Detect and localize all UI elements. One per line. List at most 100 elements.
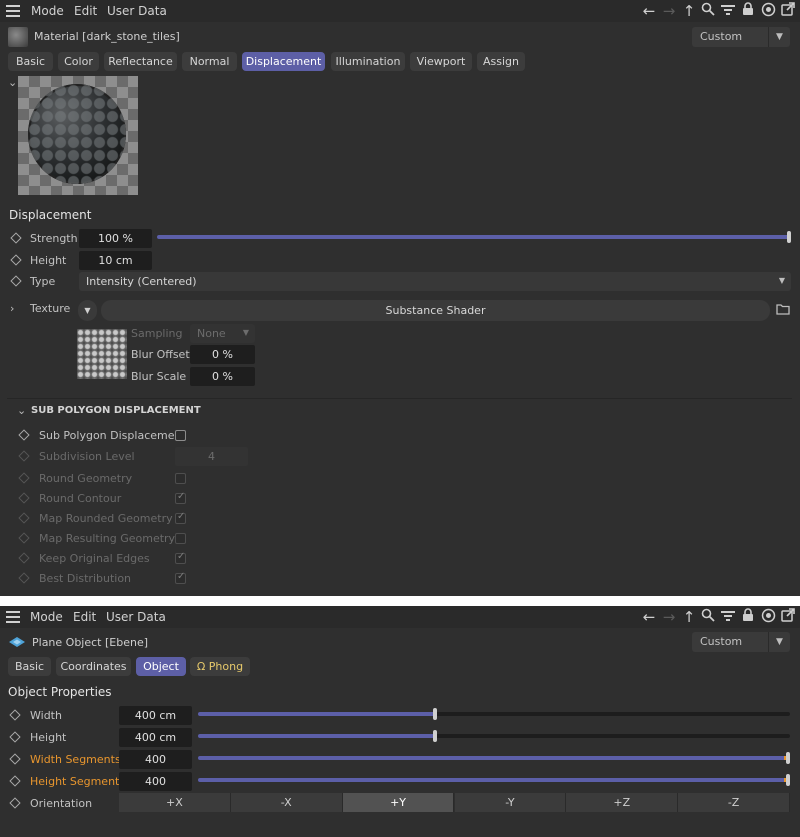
forward-arrow-icon[interactable]: → [660,608,678,626]
subpoly-option-checkbox[interactable] [175,533,186,544]
menu-user-data[interactable]: User Data [106,610,166,624]
up-arrow-icon[interactable]: ↑ [680,608,698,626]
menu-user-data[interactable]: User Data [107,4,167,18]
keyframe-diamond-icon[interactable] [9,709,21,721]
search-icon[interactable] [699,2,717,20]
keyframe-diamond-icon[interactable] [9,797,21,809]
subpoly-option-checkbox[interactable]: ✓ [175,571,186,584]
subpoly-option-checkbox[interactable] [175,473,186,484]
strength-slider-handle[interactable] [787,231,791,243]
hamburger-menu-icon[interactable] [6,5,20,17]
keyframe-diamond-icon[interactable] [18,552,30,564]
keyframe-diamond-icon[interactable] [9,775,21,787]
lock-icon[interactable] [739,608,757,626]
strength-field[interactable]: 100 % [79,229,152,248]
height-segments-slider-handle[interactable] [786,774,790,786]
menu-edit[interactable]: Edit [73,610,96,624]
expand-chevron-icon[interactable]: › [10,302,14,315]
tab-reflectance[interactable]: Reflectance [104,52,177,71]
orientation-option[interactable]: +X [119,793,231,812]
height-field[interactable]: 400 cm [119,728,192,747]
lock-icon[interactable] [739,2,757,20]
layout-dropdown[interactable]: Custom ▼ [692,27,790,47]
texture-thumbnail[interactable] [77,329,127,379]
material-preview[interactable] [18,76,138,195]
search-icon[interactable] [699,608,717,626]
filter-icon[interactable] [719,608,737,626]
orientation-option[interactable]: +Z [566,793,679,812]
subpoly-option-label: Round Geometry [39,472,133,485]
sampling-dropdown[interactable]: None ▼ [190,324,255,343]
layout-dropdown[interactable]: Custom ▼ [692,632,790,652]
type-dropdown[interactable]: Intensity (Centered) ▼ [79,272,791,291]
menu-edit[interactable]: Edit [74,4,97,18]
keyframe-diamond-icon[interactable] [10,275,22,287]
height-slider-handle[interactable] [433,730,437,742]
keyframe-diamond-icon[interactable] [9,731,21,743]
tab-basic[interactable]: Basic [8,52,53,71]
subpoly-checkbox[interactable] [175,430,186,441]
filter-icon[interactable] [719,2,737,20]
collapse-chevron-icon[interactable]: ⌄ [8,76,17,89]
subpoly-option-label: Map Resulting Geometry [39,532,176,545]
tab-object[interactable]: Object [136,657,186,676]
keyframe-diamond-icon[interactable] [18,512,30,524]
tab-phong[interactable]: Ω Phong [190,657,250,676]
orientation-option[interactable]: -Y [454,793,567,812]
width-slider[interactable] [198,708,790,720]
width-segments-slider-handle[interactable] [786,752,790,764]
tab-displacement[interactable]: Displacement [242,52,325,71]
keyframe-diamond-icon[interactable] [10,232,22,244]
keyframe-diamond-icon[interactable] [9,753,21,765]
orientation-option[interactable]: -Z [678,793,790,812]
back-arrow-icon[interactable]: ← [640,608,658,626]
target-icon[interactable] [759,2,777,20]
texture-menu-button[interactable]: ▼ [78,300,97,321]
keyframe-diamond-icon[interactable] [18,492,30,504]
menu-mode[interactable]: Mode [31,4,64,18]
tab-basic[interactable]: Basic [8,657,51,676]
keyframe-diamond-icon[interactable] [18,532,30,544]
subpoly-option-checkbox[interactable]: ✓ [175,511,186,524]
tab-assign[interactable]: Assign [477,52,525,71]
width-segments-field[interactable]: 400 [119,750,192,769]
subpoly-option-checkbox[interactable]: ✓ [175,491,186,504]
width-field[interactable]: 400 cm [119,706,192,725]
blur-offset-field[interactable]: 0 % [190,345,255,364]
up-arrow-icon[interactable]: ↑ [680,2,698,20]
height-slider[interactable] [198,730,790,742]
width-segments-slider[interactable] [198,752,790,764]
height-field[interactable]: 10 cm [79,251,152,270]
height-segments-slider[interactable] [198,774,790,786]
tab-illumination[interactable]: Illumination [331,52,405,71]
keyframe-diamond-icon[interactable] [18,429,30,441]
hamburger-menu-icon[interactable] [6,611,20,623]
subpoly-option-checkbox[interactable]: ✓ [175,551,186,564]
back-arrow-icon[interactable]: ← [640,2,658,20]
orientation-option[interactable]: -X [230,793,343,812]
tab-coordinates[interactable]: Coordinates [56,657,131,676]
collapse-chevron-icon[interactable]: ⌄ [17,404,26,417]
forward-arrow-icon[interactable]: → [660,2,678,20]
orientation-option[interactable]: +Y [342,793,455,812]
menu-mode[interactable]: Mode [30,610,63,624]
keyframe-diamond-icon[interactable] [18,572,30,584]
checkmark-icon: ✓ [177,571,186,582]
new-window-icon[interactable] [779,608,797,626]
tab-viewport[interactable]: Viewport [410,52,472,71]
width-slider-handle[interactable] [433,708,437,720]
subpoly-toggle-label: Sub Polygon Displacement [39,429,186,442]
blur-scale-field[interactable]: 0 % [190,367,255,386]
keyframe-diamond-icon[interactable] [18,450,30,462]
height-segments-field[interactable]: 400 [119,772,192,791]
keyframe-diamond-icon[interactable] [10,254,22,266]
folder-icon[interactable] [776,303,790,318]
substance-shader-button[interactable]: Substance Shader [101,300,770,321]
target-icon[interactable] [759,608,777,626]
new-window-icon[interactable] [779,2,797,20]
tab-normal[interactable]: Normal [182,52,237,71]
subdivision-level-field[interactable]: 4 [175,447,248,466]
tab-color[interactable]: Color [58,52,99,71]
keyframe-diamond-icon[interactable] [18,472,30,484]
strength-slider[interactable] [157,231,791,243]
